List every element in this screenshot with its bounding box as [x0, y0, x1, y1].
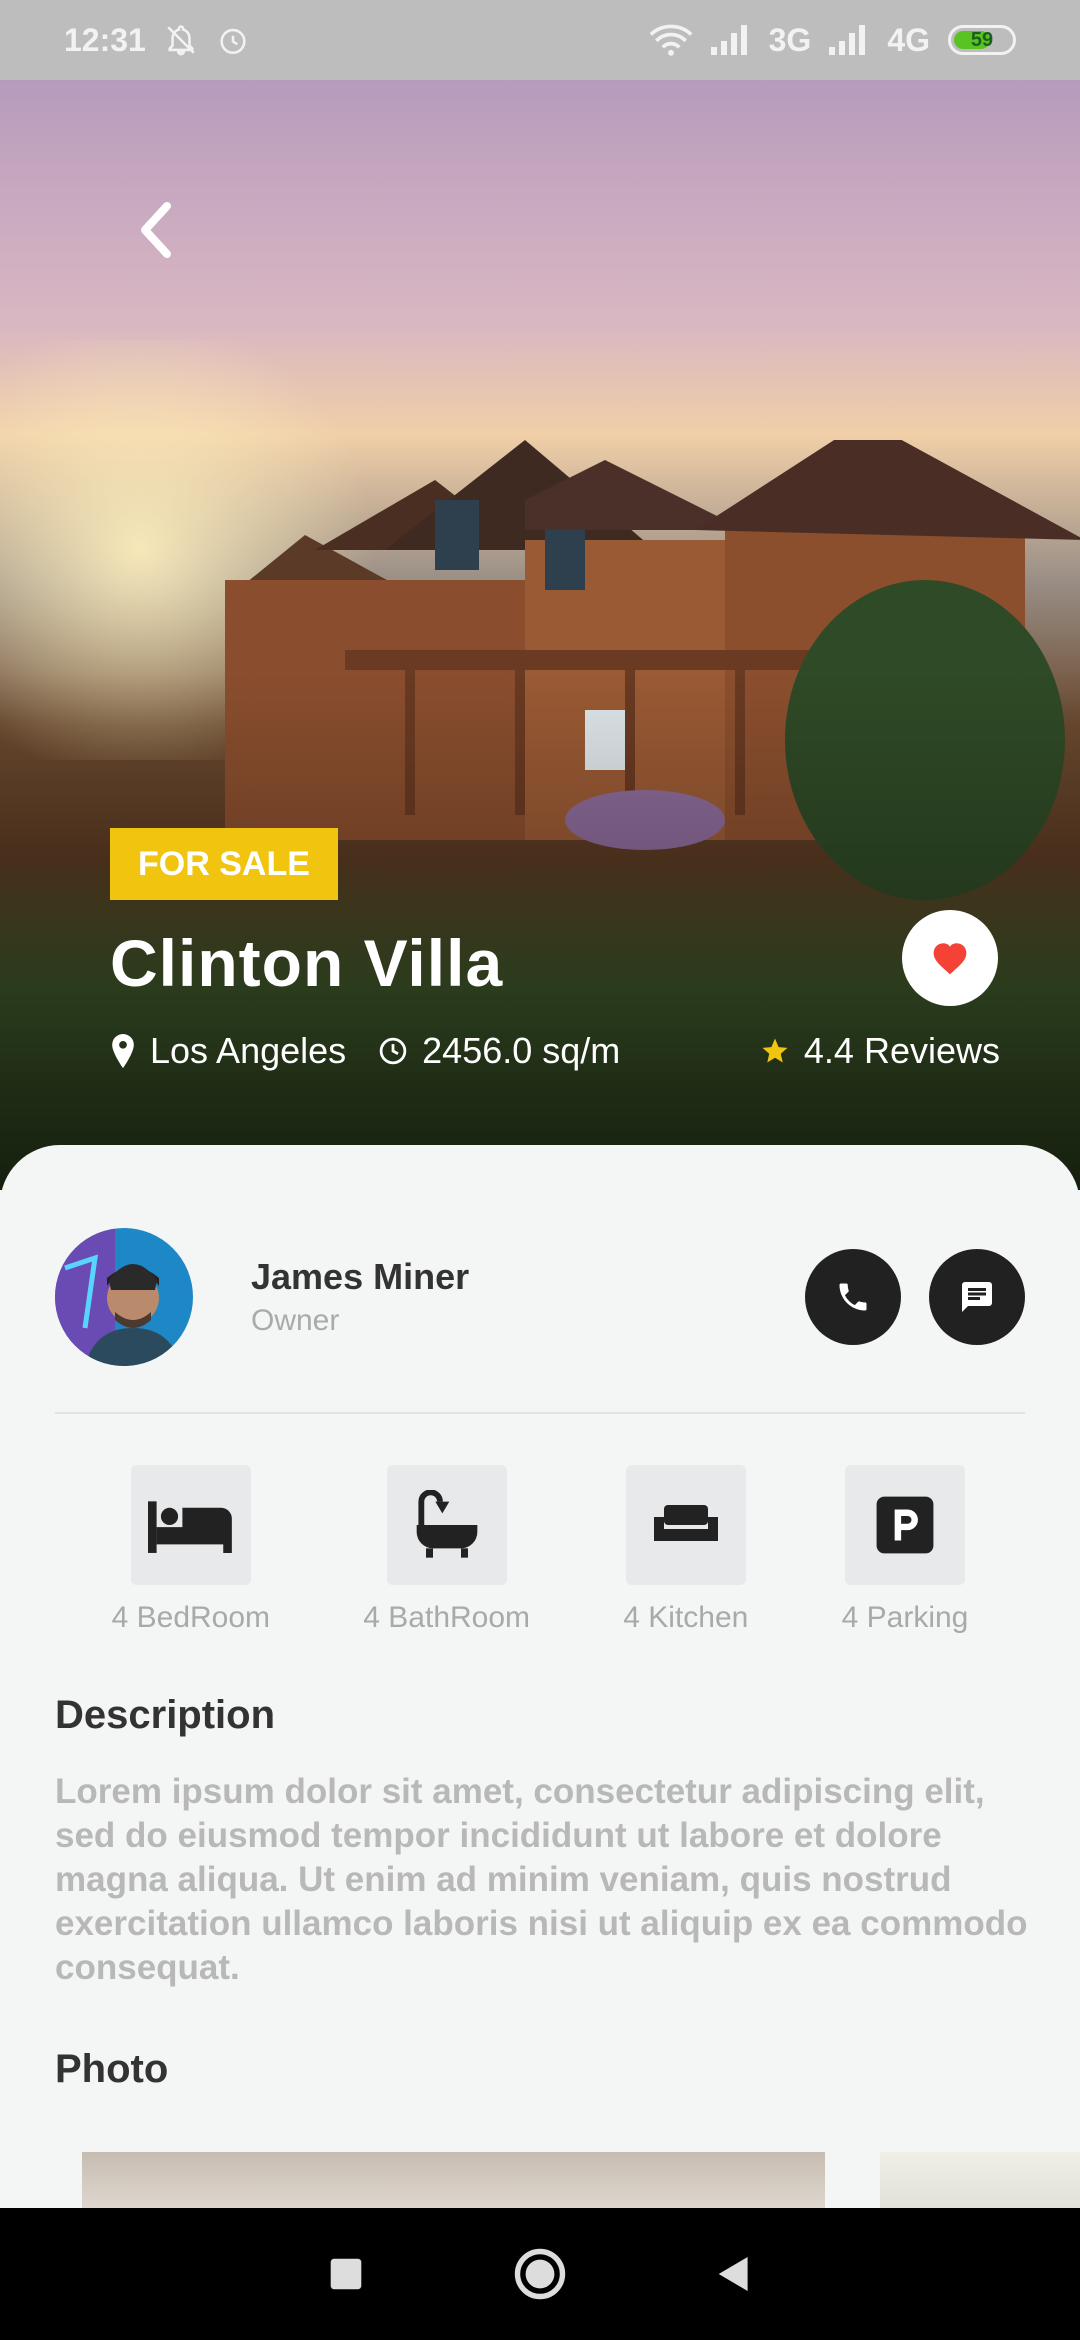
chevron-left-icon [141, 202, 171, 258]
rating-meta[interactable]: 4.4 Reviews [760, 1030, 1000, 1072]
message-button[interactable] [929, 1249, 1025, 1345]
feature-kitchen: 4 Kitchen [623, 1465, 748, 1635]
battery-level: 59 [970, 28, 994, 51]
divider [55, 1412, 1025, 1414]
network-4g: 4G [887, 21, 930, 58]
photo-thumbnail[interactable] [82, 2152, 825, 2212]
avatar[interactable] [55, 1228, 193, 1366]
owner-name: James Miner [251, 1256, 470, 1297]
description-title: Description [55, 1693, 276, 1737]
location-pin-icon [112, 1034, 134, 1068]
recents-icon[interactable] [329, 2257, 363, 2291]
description-text: Lorem ipsum dolor sit amet, consectetur … [55, 1772, 1028, 1987]
photo-thumbnail[interactable] [880, 2152, 1080, 2212]
feature-bedroom: 4 BedRoom [112, 1465, 270, 1635]
owner-card: James Miner Owner [55, 1227, 1025, 1367]
signal-icon [829, 25, 866, 55]
feature-parking: 4 Parking [841, 1465, 969, 1635]
favorite-button[interactable] [902, 910, 998, 1006]
status-bar: 12:31 3G 4G 59 [0, 0, 1080, 80]
network-3g: 3G [768, 21, 812, 58]
photo-gallery[interactable] [82, 2152, 1080, 2212]
location-text: Los Angeles [150, 1030, 347, 1071]
details-sheet: James Miner Owner 4 BedRoom 4 BathRoom 4… [0, 1145, 1080, 2212]
clock-icon [379, 1037, 407, 1065]
bed-icon [147, 1501, 232, 1553]
star-icon [762, 1038, 788, 1063]
back-button[interactable] [130, 200, 180, 260]
sofa-icon [653, 1505, 718, 1541]
feature-label: 4 BedRoom [111, 1601, 271, 1634]
feature-label: 4 Parking [841, 1601, 969, 1634]
feature-label: 4 Kitchen [623, 1601, 749, 1634]
owner-role: Owner [251, 1304, 340, 1337]
parking-icon [876, 1496, 934, 1554]
phone-icon [839, 1283, 867, 1311]
feature-label: 4 BathRoom [363, 1601, 531, 1634]
rating-text: 4.4 Reviews [803, 1030, 1000, 1071]
battery-icon: 59 [948, 25, 1016, 55]
muted-bell-icon [167, 25, 195, 56]
system-nav-bar [0, 2208, 1080, 2340]
feature-bathroom: 4 BathRoom [363, 1465, 530, 1635]
home-icon[interactable] [513, 2247, 567, 2301]
property-title: Clinton Villa [110, 926, 504, 1000]
property-meta: Los Angeles 2456.0 sq/m 4.4 Reviews [110, 1030, 1000, 1072]
location-meta: Los Angeles [110, 1030, 346, 1072]
alarm-icon [220, 28, 246, 55]
area-meta: 2456.0 sq/m [378, 1030, 620, 1072]
chat-icon [962, 1282, 992, 1312]
sale-badge: FOR SALE [110, 828, 338, 900]
area-text: 2456.0 sq/m [422, 1030, 621, 1071]
bathtub-icon [416, 1490, 477, 1558]
call-button[interactable] [805, 1249, 901, 1345]
heart-icon [933, 943, 967, 975]
photo-title: Photo [55, 2047, 169, 2091]
features-list: 4 BedRoom 4 BathRoom 4 Kitchen 4 Parking [55, 1465, 1025, 1635]
back-nav-icon[interactable] [717, 2255, 751, 2293]
signal-icon [710, 25, 747, 55]
status-time: 12:31 [64, 21, 146, 58]
wifi-icon [649, 24, 693, 56]
